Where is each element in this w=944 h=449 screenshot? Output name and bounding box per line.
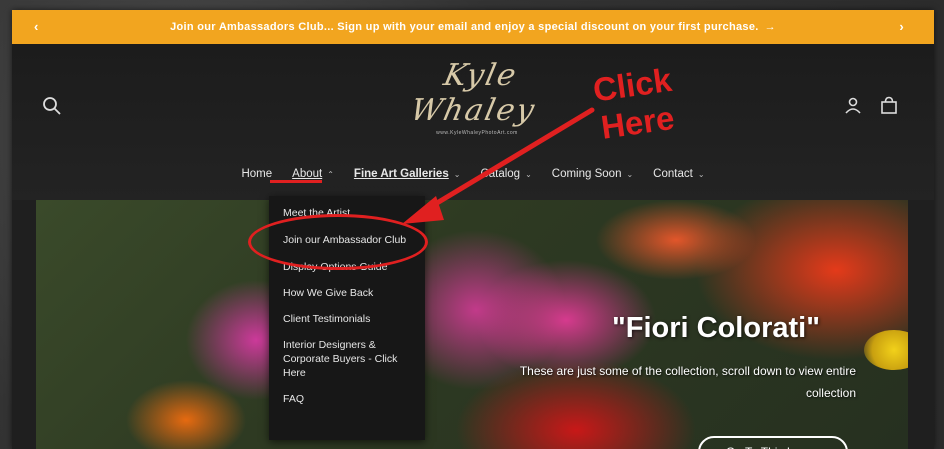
nav-item-label: Contact xyxy=(653,168,693,180)
dropdown-item-testimonials[interactable]: Client Testimonials xyxy=(269,306,425,332)
nav-item-label: Catalog xyxy=(480,168,521,180)
nav-item-coming-soon[interactable]: Coming Soon ⌄ xyxy=(552,162,633,186)
account-icon[interactable] xyxy=(844,96,862,114)
dropdown-item-display-options[interactable]: Display Options Guide xyxy=(269,254,425,280)
logo-url: www.KyleWhaleyPhotoArt.com xyxy=(436,130,518,136)
flower-center xyxy=(864,330,908,370)
nav-item-label: Home xyxy=(241,168,273,180)
nav-item-home[interactable]: Home xyxy=(241,162,272,186)
arrow-right-icon: → xyxy=(764,21,776,33)
dropdown-item-meet-the-artist[interactable]: Meet the Artist xyxy=(269,200,425,226)
announcement-bar[interactable]: ‹ Join our Ambassadors Club... Sign up w… xyxy=(12,10,934,44)
hero-banner: "Fiori Colorati" These are just some of … xyxy=(36,200,908,449)
chevron-down-icon: ⌄ xyxy=(626,169,634,179)
nav-item-label: About xyxy=(292,168,323,180)
dropdown-item-faq[interactable]: FAQ xyxy=(269,386,425,412)
about-dropdown-menu: Meet the Artist Join our Ambassador Club… xyxy=(269,196,425,440)
announcement-text[interactable]: Join our Ambassadors Club... Sign up wit… xyxy=(170,21,759,33)
cart-icon[interactable] xyxy=(880,96,898,114)
nav-item-contact[interactable]: Contact ⌄ xyxy=(653,162,704,186)
chevron-up-icon: ⌃ xyxy=(327,169,334,179)
announcement-prev-icon[interactable]: ‹ xyxy=(34,19,39,34)
site-logo[interactable]: Kyle Whaley www.KyleWhaleyPhotoArt.com xyxy=(392,54,562,146)
nav-item-catalog[interactable]: Catalog ⌄ xyxy=(480,162,531,186)
click-here-annotation: Click Here xyxy=(590,60,677,146)
announcement-next-icon[interactable]: › xyxy=(899,19,904,34)
nav-item-label: Fine Art Galleries xyxy=(353,168,449,180)
main-nav: Home About ⌃ Fine Art Galleries ⌄ Catalo… xyxy=(12,162,934,186)
dropdown-item-ambassador-club[interactable]: Join our Ambassador Club xyxy=(269,226,425,254)
hero-subtitle: These are just some of the collection, s… xyxy=(519,364,856,400)
dropdown-item-how-we-give-back[interactable]: How We Give Back xyxy=(269,280,425,306)
go-to-image-button[interactable]: Go To This Image xyxy=(698,436,848,449)
site-header: Kyle Whaley www.KyleWhaleyPhotoArt.com C… xyxy=(12,44,934,200)
browser-frame: ‹ Join our Ambassadors Club... Sign up w… xyxy=(12,10,934,449)
chevron-down-icon: ⌄ xyxy=(525,169,532,179)
logo-script: Kyle Whaley xyxy=(407,58,540,128)
dropdown-item-interior-designers[interactable]: Interior Designers & Corporate Buyers - … xyxy=(269,332,425,386)
chevron-down-icon: ⌄ xyxy=(453,169,461,179)
nav-item-label: Coming Soon xyxy=(551,168,622,180)
search-icon[interactable] xyxy=(42,96,62,116)
nav-item-fine-art-galleries[interactable]: Fine Art Galleries ⌄ xyxy=(354,162,461,186)
chevron-down-icon: ⌄ xyxy=(697,169,705,179)
hero-title: "Fiori Colorati" xyxy=(612,312,820,344)
about-red-underline xyxy=(270,180,322,183)
